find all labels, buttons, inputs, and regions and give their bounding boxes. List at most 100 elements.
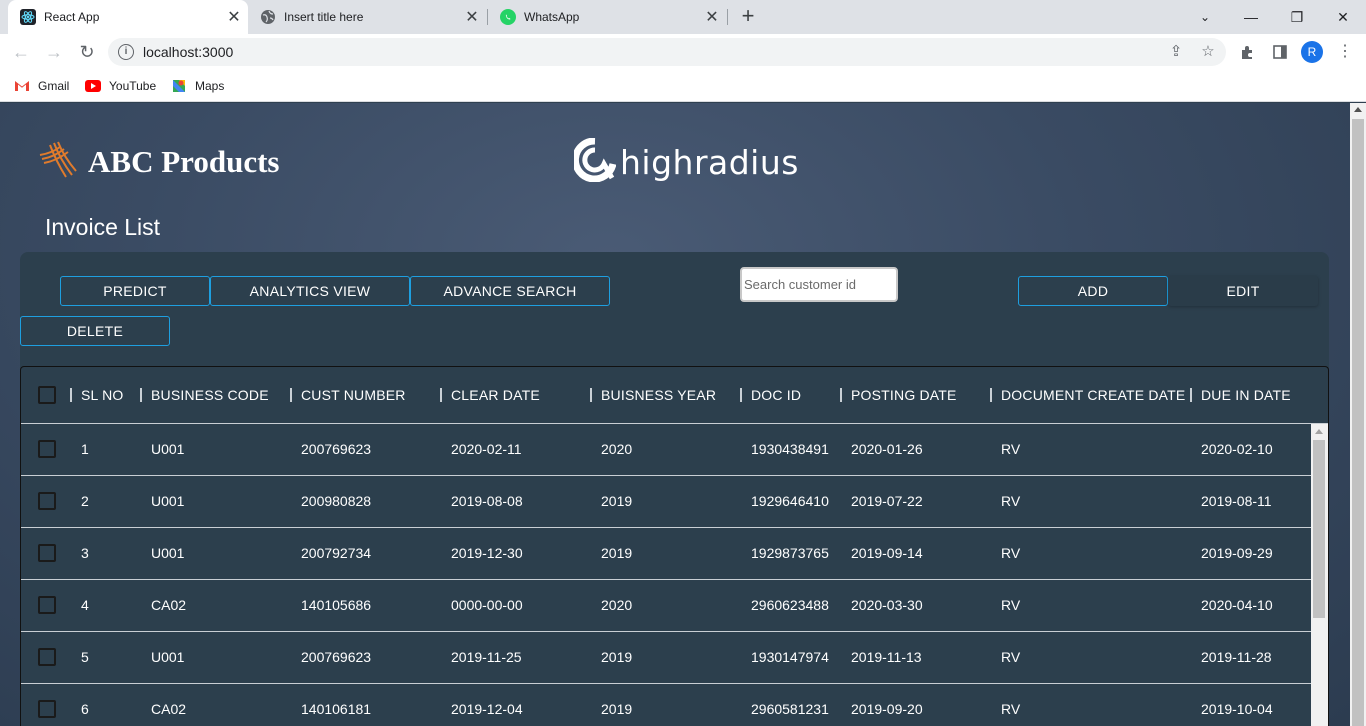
column-separator[interactable] [290, 388, 292, 402]
cell-doc-id: 1930438491 [751, 441, 829, 457]
column-header-due-in-date[interactable]: DUE IN DATE [1201, 387, 1291, 403]
close-tab-icon[interactable]: ✕ [704, 7, 720, 27]
address-bar[interactable]: i localhost:3000 ⇪ ☆ [108, 38, 1226, 66]
whatsapp-icon [500, 9, 516, 25]
table-row[interactable]: 2 U001 200980828 2019-08-08 2019 1929646… [21, 476, 1311, 528]
predict-button[interactable]: PREDICT [60, 276, 210, 306]
column-header-business-year[interactable]: BUISNESS YEAR [601, 387, 716, 403]
cell-document-create-date: RV [1001, 545, 1021, 561]
reload-icon[interactable]: ↻ [75, 40, 99, 64]
column-separator[interactable] [740, 388, 742, 402]
close-window-icon[interactable]: ✕ [1320, 3, 1366, 31]
cell-clear-date: 2019-12-30 [451, 545, 523, 561]
table-scrollbar[interactable] [1311, 424, 1328, 726]
close-tab-icon[interactable]: ✕ [464, 7, 480, 27]
cell-sl-no: 1 [81, 441, 89, 457]
scroll-up-arrow-icon[interactable] [1354, 107, 1362, 112]
cell-sl-no: 5 [81, 649, 89, 665]
share-icon[interactable]: ⇪ [1168, 44, 1184, 60]
row-checkbox[interactable] [38, 440, 56, 458]
back-icon[interactable]: ← [9, 40, 33, 64]
cell-doc-id: 1929646410 [751, 493, 829, 509]
select-all-checkbox[interactable] [38, 386, 56, 404]
tab-insert-title[interactable]: Insert title here ✕ [248, 0, 486, 34]
bookmark-label: Maps [195, 79, 225, 93]
bookmark-youtube[interactable]: YouTube [85, 76, 156, 96]
column-header-document-create-date[interactable]: DOCUMENT CREATE DATE [1001, 387, 1185, 403]
table-row[interactable]: 5 U001 200769623 2019-11-25 2019 1930147… [21, 632, 1311, 684]
row-checkbox[interactable] [38, 492, 56, 510]
page-scrollbar[interactable] [1350, 103, 1366, 726]
column-header-cust-number[interactable]: CUST NUMBER [301, 387, 406, 403]
edit-button[interactable]: EDIT [1168, 276, 1318, 306]
table-row[interactable]: 6 CA02 140106181 2019-12-04 2019 2960581… [21, 684, 1311, 726]
url-text: localhost:3000 [143, 44, 234, 60]
bookmark-star-icon[interactable]: ☆ [1200, 44, 1216, 60]
cell-sl-no: 6 [81, 701, 89, 717]
row-checkbox[interactable] [38, 648, 56, 666]
column-separator[interactable] [590, 388, 592, 402]
highradius-mark-icon [572, 137, 617, 187]
cell-business-code: CA02 [151, 701, 187, 717]
cell-due-in-date: 2019-10-04 [1201, 701, 1273, 717]
delete-button[interactable]: DELETE [20, 316, 170, 346]
column-header-clear-date[interactable]: CLEAR DATE [451, 387, 540, 403]
table-row[interactable]: 1 U001 200769623 2020-02-11 2020 1930438… [21, 424, 1311, 476]
column-separator[interactable] [840, 388, 842, 402]
cell-cust-number: 200769623 [301, 649, 372, 665]
bookmark-gmail[interactable]: Gmail [14, 76, 69, 96]
menu-icon[interactable]: ⋮ [1333, 40, 1357, 64]
cell-document-create-date: RV [1001, 493, 1021, 509]
column-separator[interactable] [440, 388, 442, 402]
column-separator[interactable] [140, 388, 142, 402]
site-info-icon[interactable]: i [118, 44, 134, 60]
side-panel-icon[interactable] [1268, 40, 1292, 64]
row-checkbox[interactable] [38, 596, 56, 614]
column-separator[interactable] [70, 388, 72, 402]
table-scrollbar-thumb[interactable] [1313, 440, 1325, 618]
tab-search-icon[interactable]: ⌄ [1182, 3, 1228, 31]
table-row[interactable]: 4 CA02 140105686 0000-00-00 2020 2960623… [21, 580, 1311, 632]
restore-icon[interactable]: ❐ [1274, 3, 1320, 31]
cell-cust-number: 140105686 [301, 597, 372, 613]
cell-document-create-date: RV [1001, 701, 1021, 717]
page-scrollbar-thumb[interactable] [1352, 119, 1364, 726]
column-separator[interactable] [1190, 388, 1192, 402]
column-header-doc-id[interactable]: DOC ID [751, 387, 801, 403]
column-header-business-code[interactable]: BUSINESS CODE [151, 387, 269, 403]
search-customer-input[interactable] [740, 267, 898, 302]
tab-whatsapp[interactable]: WhatsApp ✕ [488, 0, 726, 34]
browser-toolbar: ← → ↻ i localhost:3000 ⇪ ☆ R ⋮ [0, 34, 1366, 70]
bookmark-maps[interactable]: Maps [171, 76, 224, 96]
cell-business-code: U001 [151, 441, 185, 457]
highradius-logo: highradius [572, 137, 799, 187]
advance-search-button[interactable]: ADVANCE SEARCH [410, 276, 610, 306]
row-checkbox[interactable] [38, 700, 56, 718]
bookmark-label: Gmail [38, 79, 70, 93]
youtube-icon [85, 78, 101, 94]
column-header-sl-no[interactable]: SL NO [81, 387, 124, 403]
table-row[interactable]: 3 U001 200792734 2019-12-30 2019 1929873… [21, 528, 1311, 580]
analytics-view-button[interactable]: ANALYTICS VIEW [210, 276, 410, 306]
cell-business-year: 2020 [601, 441, 633, 457]
forward-icon[interactable]: → [42, 40, 66, 64]
row-checkbox[interactable] [38, 544, 56, 562]
scroll-up-arrow-icon[interactable] [1315, 429, 1323, 434]
column-header-posting-date[interactable]: POSTING DATE [851, 387, 957, 403]
column-separator[interactable] [990, 388, 992, 402]
cell-business-code: U001 [151, 545, 185, 561]
minimize-icon[interactable]: — [1228, 3, 1274, 31]
new-tab-icon[interactable]: + [738, 5, 758, 29]
bookmark-label: YouTube [109, 79, 157, 93]
profile-avatar[interactable]: R [1301, 41, 1323, 63]
cell-due-in-date: 2019-11-28 [1201, 649, 1272, 665]
cell-business-year: 2019 [601, 649, 633, 665]
extensions-icon[interactable] [1236, 40, 1260, 64]
add-button[interactable]: ADD [1018, 276, 1168, 306]
app-viewport: ABC Products highradius Invoice List PRE… [0, 103, 1350, 726]
maps-icon [171, 78, 187, 94]
tab-react-app[interactable]: React App ✕ [8, 0, 248, 34]
brand-header: ABC Products [38, 139, 279, 184]
close-tab-icon[interactable]: ✕ [226, 7, 242, 27]
cell-cust-number: 140106181 [301, 701, 372, 717]
